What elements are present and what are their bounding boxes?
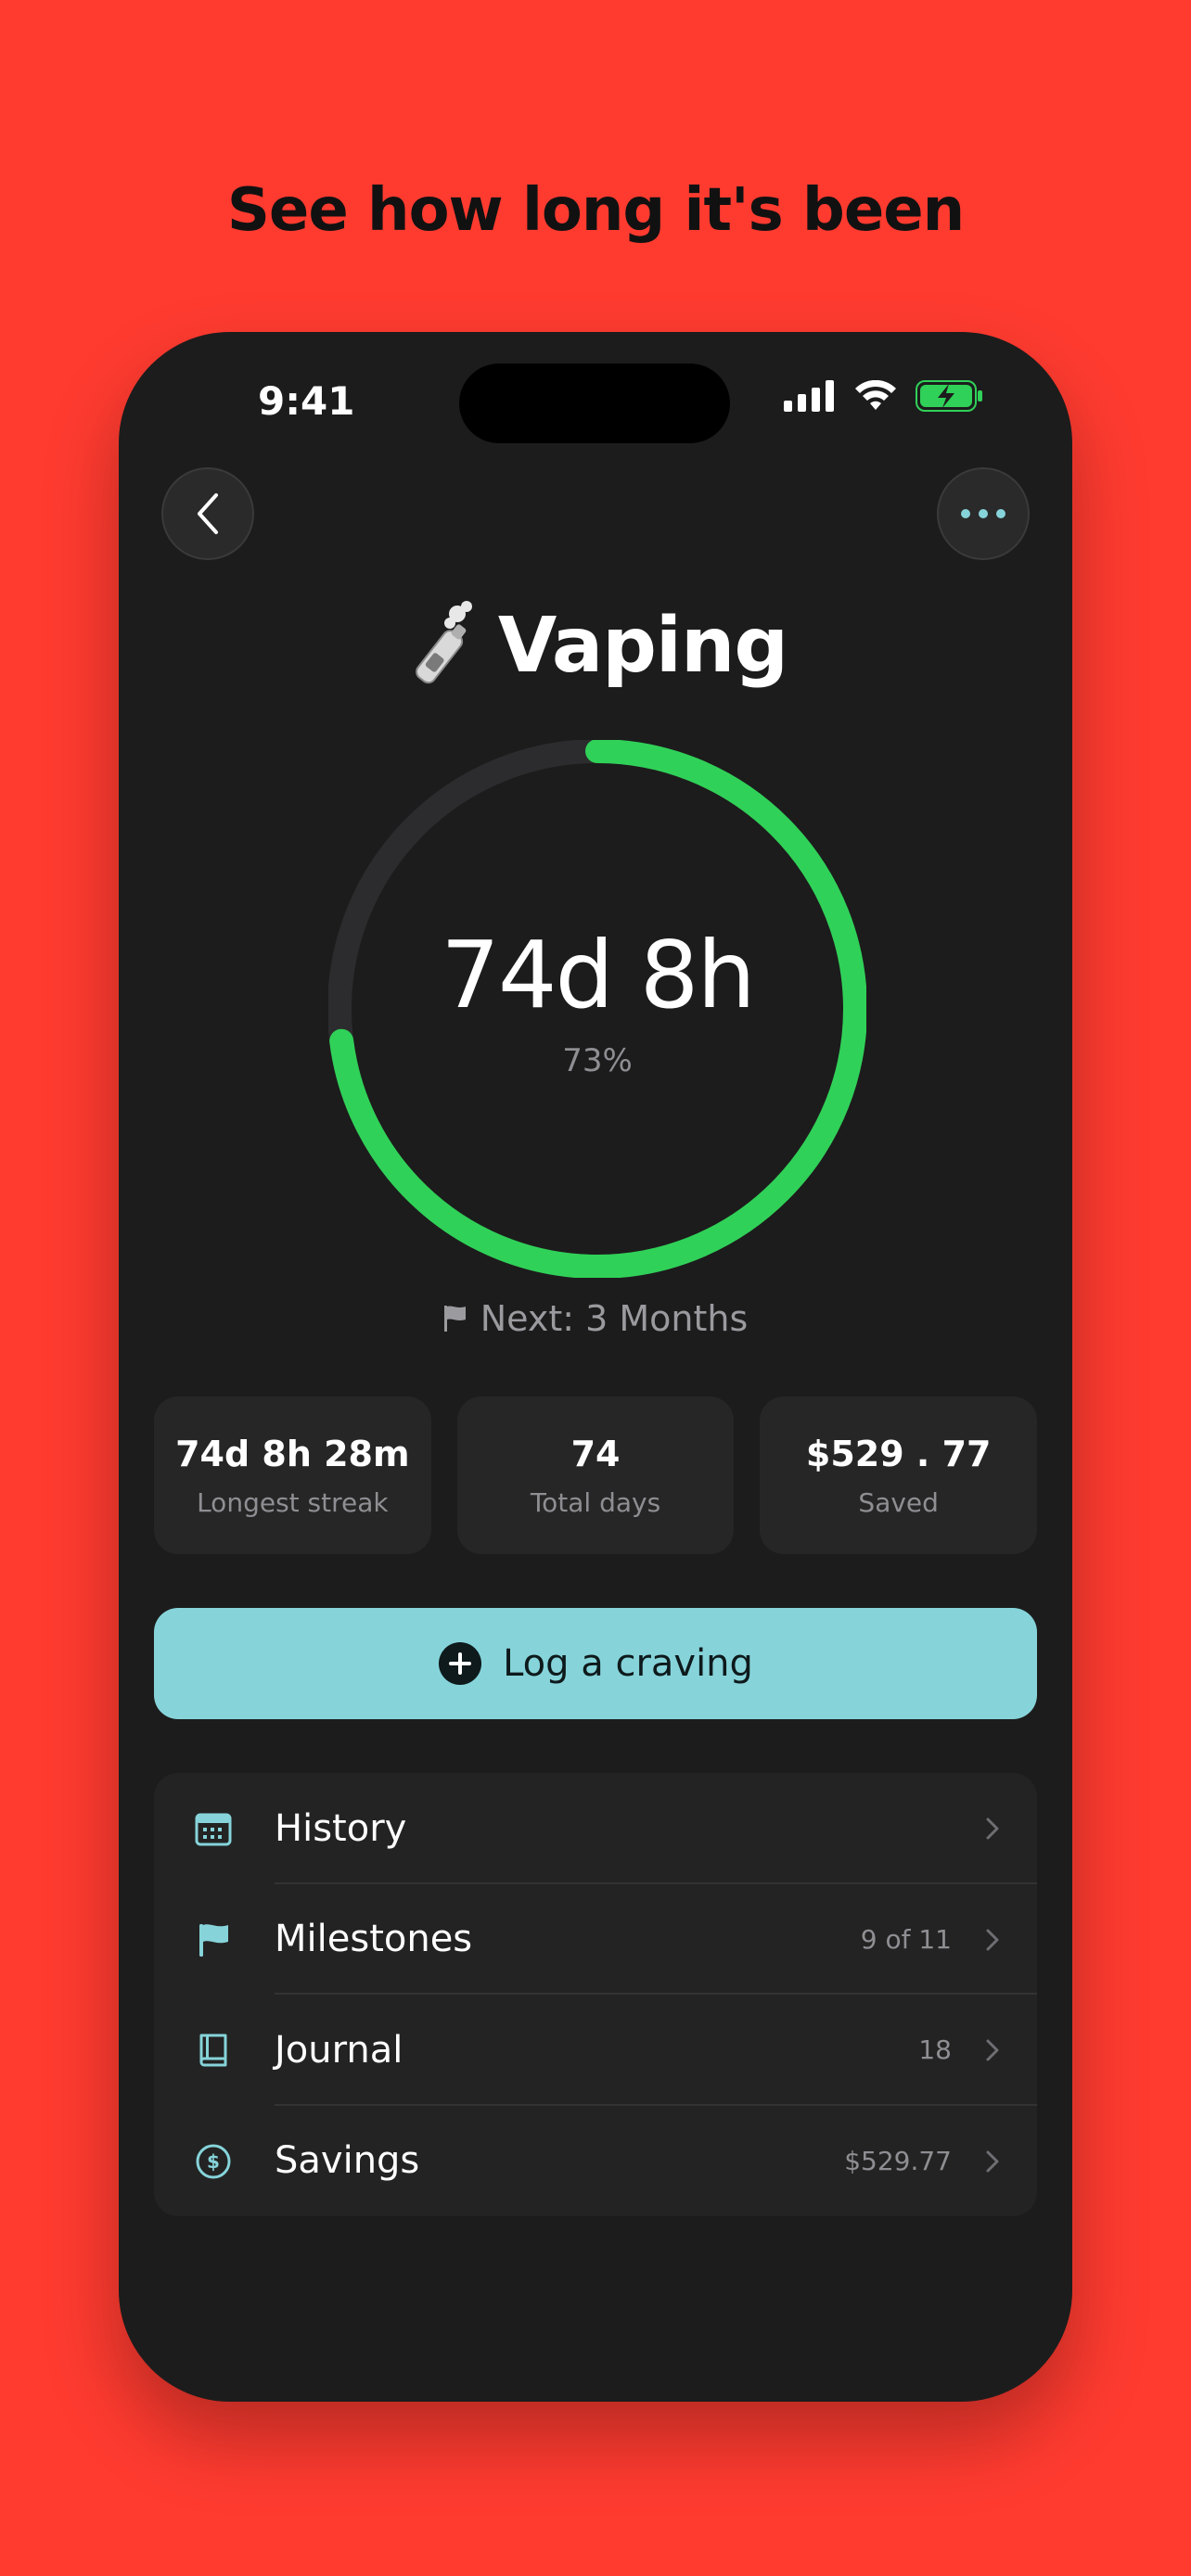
status-time: 9:41 bbox=[258, 378, 355, 424]
stat-label: Total days bbox=[530, 1486, 661, 1518]
headline: See how long it's been bbox=[226, 176, 965, 245]
calendar-icon bbox=[195, 1813, 232, 1846]
stat-value: 74d 8h 28m bbox=[175, 1433, 410, 1474]
book-icon bbox=[199, 2034, 227, 2067]
dynamic-island bbox=[459, 363, 730, 443]
vape-icon bbox=[415, 601, 472, 684]
dollar-icon: $ bbox=[196, 2144, 231, 2178]
progress-percent: 73% bbox=[562, 1041, 633, 1079]
plus-circle-icon bbox=[439, 1642, 482, 1685]
back-button[interactable] bbox=[161, 467, 254, 560]
menu-item-detail: 9 of 11 bbox=[860, 1923, 952, 1955]
menu-item-journal[interactable]: Journal 18 bbox=[154, 1995, 1037, 2106]
next-milestone: Next: 3 Months bbox=[119, 1298, 1072, 1339]
log-craving-button[interactable]: Log a craving bbox=[154, 1608, 1037, 1719]
menu-item-detail: $529.77 bbox=[844, 2145, 952, 2176]
chevron-left-icon bbox=[198, 493, 218, 534]
menu-item-label: Milestones bbox=[275, 1918, 473, 1961]
wifi-icon bbox=[855, 380, 896, 410]
phone-frame: 9:41 Vaping 74d 8h 73% Next: 3 Months 74… bbox=[119, 332, 1072, 2402]
svg-text:$: $ bbox=[207, 2150, 220, 2173]
flag-icon bbox=[199, 1923, 228, 1957]
status-icons bbox=[784, 380, 984, 412]
log-craving-label: Log a craving bbox=[503, 1642, 753, 1685]
chevron-right-icon bbox=[986, 2039, 999, 2061]
stat-label: Longest streak bbox=[197, 1486, 389, 1518]
chevron-right-icon bbox=[986, 1929, 999, 1950]
flag-icon bbox=[443, 1306, 466, 1332]
menu-item-detail: 18 bbox=[918, 2034, 952, 2066]
stats-row: 74d 8h 28m Longest streak 74 Total days … bbox=[154, 1396, 1038, 1554]
menu-item-history[interactable]: History bbox=[154, 1773, 1037, 1884]
menu-item-milestones[interactable]: Milestones 9 of 11 bbox=[154, 1884, 1037, 1995]
elapsed-time: 74d 8h bbox=[441, 920, 756, 1029]
menu-item-savings[interactable]: $ Savings $529.77 bbox=[154, 2106, 1037, 2217]
ellipsis-icon bbox=[961, 509, 1005, 518]
title-row: Vaping bbox=[119, 601, 1072, 690]
more-options-button[interactable] bbox=[937, 467, 1030, 560]
stat-value: $529 . 77 bbox=[805, 1433, 992, 1474]
stat-card-saved: $529 . 77 Saved bbox=[760, 1396, 1038, 1554]
stat-card-longest-streak: 74d 8h 28m Longest streak bbox=[154, 1396, 431, 1554]
next-milestone-label: Next: 3 Months bbox=[480, 1298, 749, 1339]
menu-item-label: Savings bbox=[275, 2139, 420, 2183]
menu-list: History Milestones 9 of 11 Journal 18 $ … bbox=[154, 1773, 1037, 2216]
stat-card-total-days: 74 Total days bbox=[456, 1396, 735, 1554]
battery-charging-icon bbox=[916, 380, 982, 412]
menu-item-label: Journal bbox=[275, 2028, 403, 2072]
chevron-right-icon bbox=[986, 2150, 999, 2172]
signal-icon bbox=[784, 380, 834, 412]
chevron-right-icon bbox=[986, 1817, 999, 1840]
stat-value: 74 bbox=[570, 1433, 621, 1474]
menu-item-label: History bbox=[275, 1806, 407, 1850]
progress-ring: 74d 8h 73% bbox=[327, 739, 867, 1279]
page-title: Vaping bbox=[497, 601, 788, 690]
stat-label: Saved bbox=[858, 1486, 939, 1518]
